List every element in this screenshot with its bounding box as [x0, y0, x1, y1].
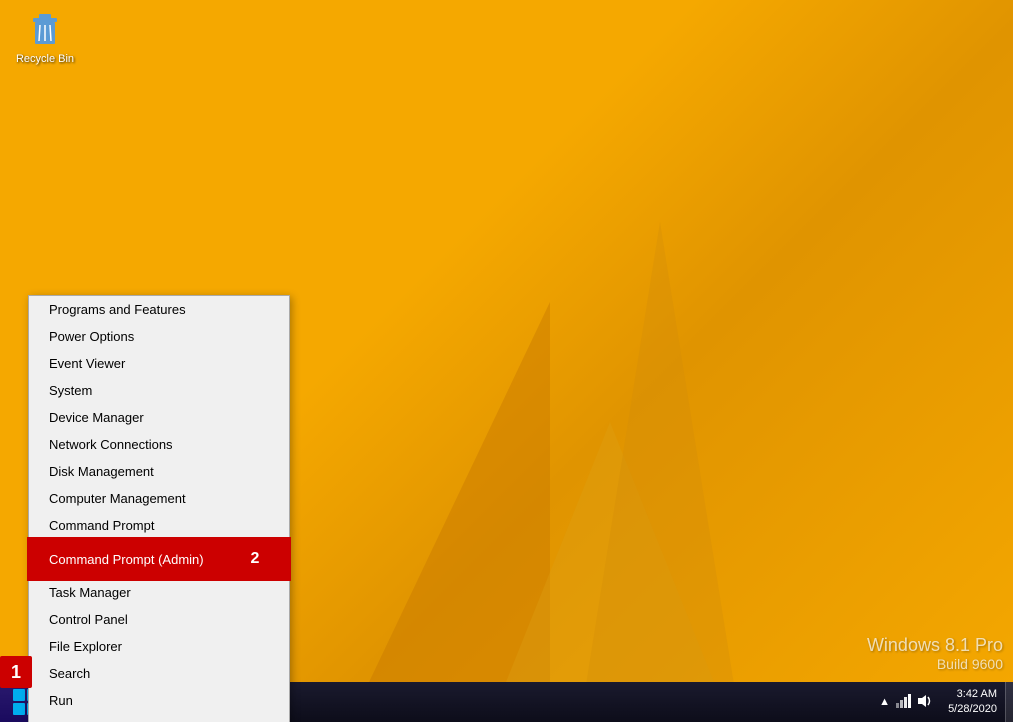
context-menu: Programs and Features Power Options Event …: [28, 295, 290, 722]
menu-item-label-disk-management: Disk Management: [49, 464, 154, 479]
menu-item-label-event-viewer: Event Viewer: [49, 356, 125, 371]
desktop: Recycle Bin Programs and Features Power O…: [0, 0, 1013, 722]
menu-item-event-viewer[interactable]: Event Viewer: [29, 350, 289, 377]
tray-network-icon[interactable]: [895, 693, 911, 712]
menu-item-label-search: Search: [49, 666, 90, 681]
clock-date: 5/28/2020: [948, 702, 997, 717]
start-logo-tl: [13, 689, 25, 701]
windows-build: Build 9600: [867, 656, 1003, 672]
menu-item-badge-command-prompt-admin: 2: [241, 545, 269, 573]
start-logo-bl: [13, 703, 25, 715]
show-desktop-button[interactable]: [1005, 682, 1013, 722]
menu-item-run[interactable]: Run: [29, 687, 289, 714]
menu-item-control-panel[interactable]: Control Panel: [29, 606, 289, 633]
system-tray: ▲: [871, 693, 940, 712]
menu-item-label-programs-features: Programs and Features: [49, 302, 186, 317]
menu-item-command-prompt[interactable]: Command Prompt: [29, 512, 289, 539]
recycle-bin-label: Recycle Bin: [16, 53, 74, 65]
start-step-badge: 1: [0, 656, 32, 688]
menu-item-label-system: System: [49, 383, 92, 398]
menu-item-task-manager[interactable]: Task Manager: [29, 579, 289, 606]
menu-item-file-explorer[interactable]: File Explorer: [29, 633, 289, 660]
menu-item-power-options[interactable]: Power Options: [29, 323, 289, 350]
windows-edition: Windows 8.1 Pro: [867, 635, 1003, 656]
menu-item-label-task-manager: Task Manager: [49, 585, 131, 600]
clock-time: 3:42 AM: [948, 687, 997, 702]
menu-item-label-file-explorer: File Explorer: [49, 639, 122, 654]
menu-item-label-network-connections: Network Connections: [49, 437, 173, 452]
menu-item-programs-features[interactable]: Programs and Features: [29, 296, 289, 323]
windows-watermark: Windows 8.1 Pro Build 9600: [867, 635, 1003, 672]
menu-item-shut-down-sign-out[interactable]: Shut down or sign out▶: [29, 714, 289, 722]
menu-item-computer-management[interactable]: Computer Management: [29, 485, 289, 512]
menu-item-device-manager[interactable]: Device Manager: [29, 404, 289, 431]
clock[interactable]: 3:42 AM 5/28/2020: [940, 687, 1005, 718]
menu-item-network-connections[interactable]: Network Connections: [29, 431, 289, 458]
menu-item-label-command-prompt: Command Prompt: [49, 518, 154, 533]
menu-item-label-computer-management: Computer Management: [49, 491, 186, 506]
recycle-bin-icon[interactable]: Recycle Bin: [10, 10, 80, 65]
menu-item-label-power-options: Power Options: [49, 329, 134, 344]
menu-item-label-device-manager: Device Manager: [49, 410, 144, 425]
menu-item-label-control-panel: Control Panel: [49, 612, 128, 627]
bg-shape-right2: [580, 222, 740, 722]
menu-item-label-run: Run: [49, 693, 73, 708]
menu-item-system[interactable]: System: [29, 377, 289, 404]
menu-item-command-prompt-admin[interactable]: Command Prompt (Admin) 2: [29, 539, 289, 579]
recycle-bin-svg: [25, 10, 65, 50]
tray-chevron[interactable]: ▲: [879, 696, 890, 708]
tray-volume-icon[interactable]: [916, 693, 932, 712]
menu-item-disk-management[interactable]: Disk Management: [29, 458, 289, 485]
menu-item-label-command-prompt-admin: Command Prompt (Admin): [49, 552, 204, 567]
menu-item-search[interactable]: Search: [29, 660, 289, 687]
